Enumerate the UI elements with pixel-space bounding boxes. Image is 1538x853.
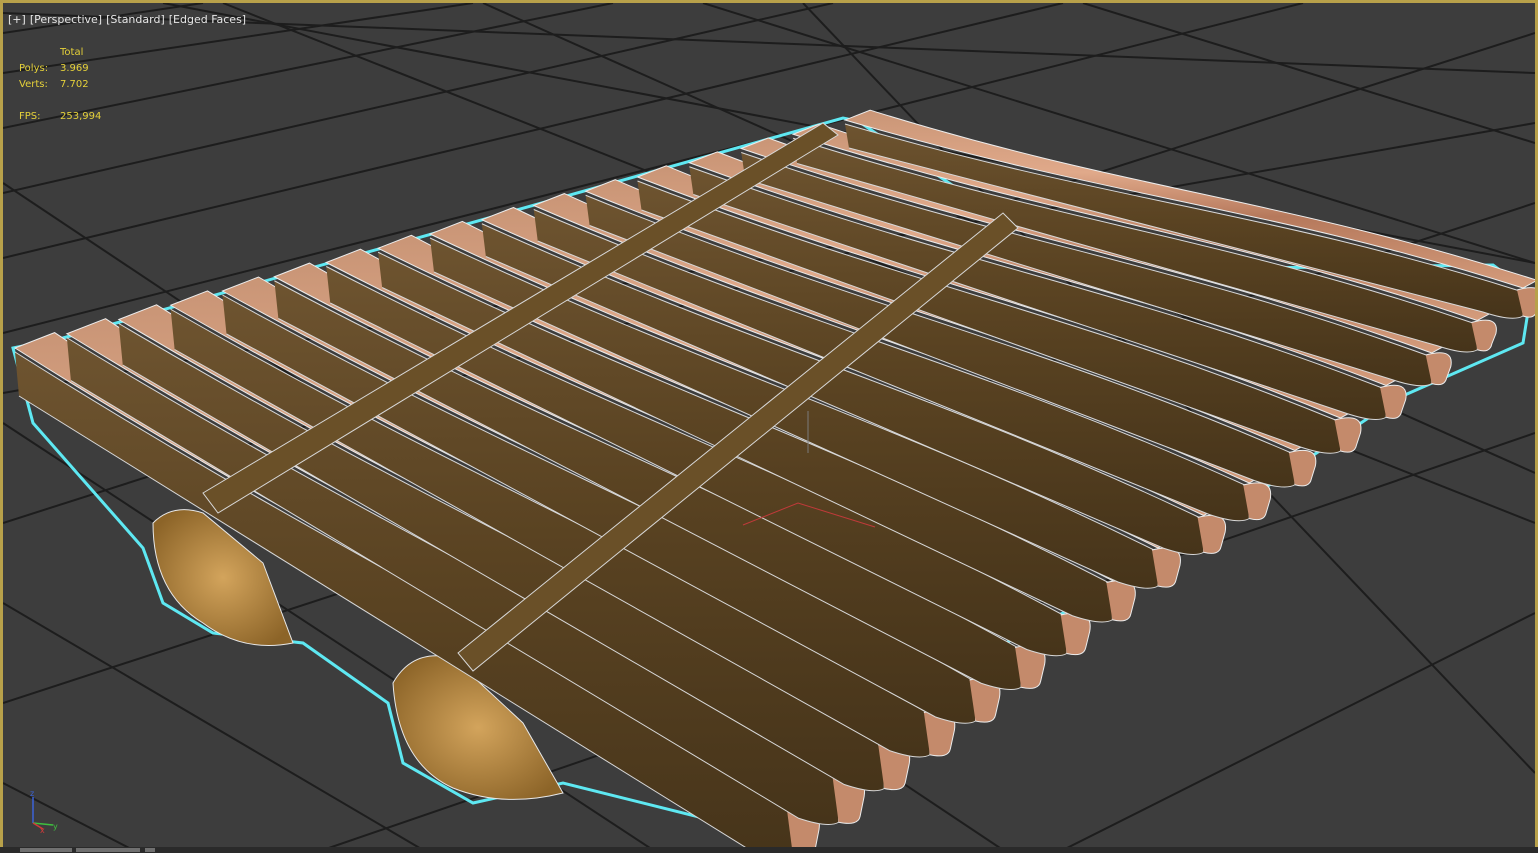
fps-value: 253,994: [60, 111, 102, 122]
grid-line: [1082, 3, 1535, 144]
scrollbar-segment[interactable]: [20, 848, 72, 852]
scrollbar-segment[interactable]: [145, 848, 155, 852]
verts-label: Verts:: [19, 79, 48, 90]
fps-label: FPS:: [19, 111, 41, 122]
axis-gizmo-icon: z y x: [30, 789, 58, 833]
viewport-edges-menu[interactable]: [Edged Faces]: [169, 13, 246, 26]
axis-y-label: y: [53, 822, 58, 831]
axis-x-label: x: [40, 826, 45, 833]
viewport-label-menu: [+] [Perspective] [Standard] [Edged Face…: [8, 13, 246, 26]
viewport-view-menu[interactable]: [Perspective]: [30, 13, 102, 26]
statistics-overlay: Total Polys: 3.969 Verts: 7.702 FPS: 253,99…: [19, 45, 101, 125]
verts-value: 7.702: [60, 79, 89, 90]
polys-value: 3.969: [60, 63, 89, 74]
grid-line: [3, 602, 424, 850]
viewport-plus-menu[interactable]: [+]: [8, 13, 26, 26]
polys-label: Polys:: [19, 63, 49, 74]
axis-z-label: z: [30, 789, 34, 798]
bench-model[interactable]: [11, 109, 1535, 850]
viewport-bottom-scrollbar[interactable]: [0, 847, 1538, 853]
scrollbar-segment[interactable]: [76, 848, 140, 852]
scene-canvas[interactable]: [3, 3, 1535, 850]
viewport-perspective[interactable]: [+] [Perspective] [Standard] [Edged Face…: [0, 0, 1538, 853]
grid-line: [1062, 612, 1535, 850]
stats-header: Total: [60, 47, 84, 58]
viewport-shading-menu[interactable]: [Standard]: [106, 13, 165, 26]
